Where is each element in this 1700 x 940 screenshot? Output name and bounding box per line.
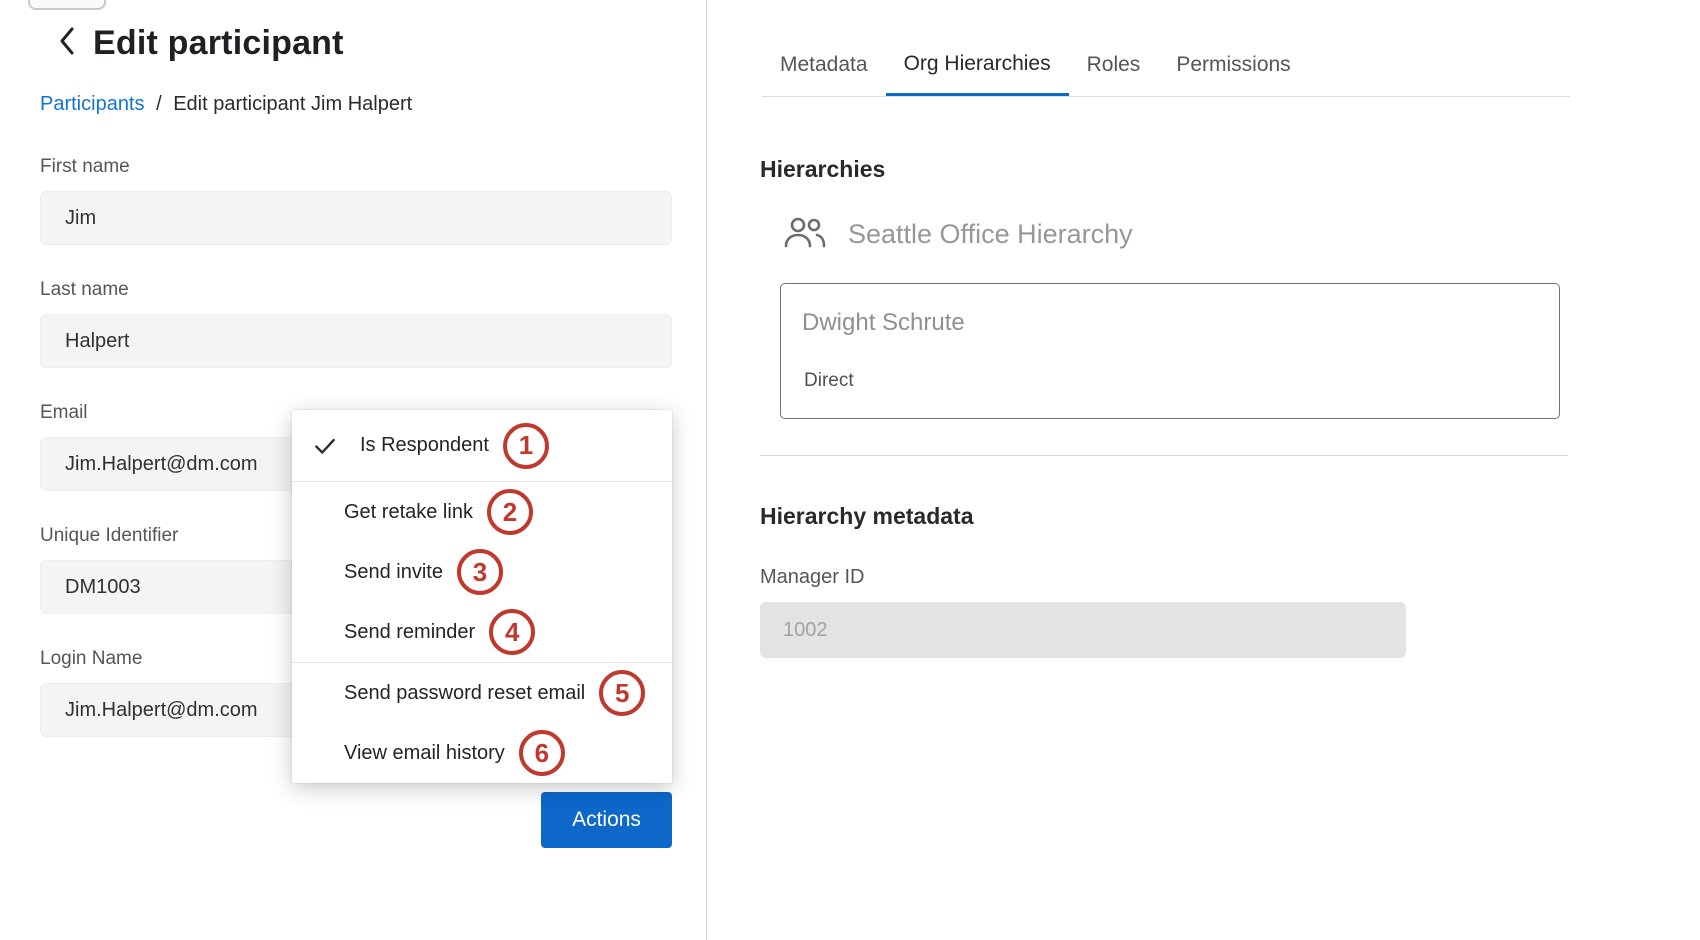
first-name-label: First name <box>40 156 672 178</box>
menu-item-label: Send password reset email <box>344 682 585 705</box>
last-name-label: Last name <box>40 279 672 301</box>
menu-item-is-respondent[interactable]: Is Respondent 1 <box>292 410 672 481</box>
menu-item-label: View email history <box>344 742 505 765</box>
section-divider <box>760 455 1568 456</box>
manager-id-input <box>760 602 1406 658</box>
annotation-circle-5: 5 <box>599 670 645 716</box>
hierarchy-name: Seattle Office Hierarchy <box>848 219 1133 250</box>
manager-card[interactable]: Dwight Schrute Direct <box>780 283 1560 419</box>
menu-item-view-email-history[interactable]: View email history 6 <box>292 723 672 783</box>
last-name-input[interactable] <box>40 314 672 368</box>
breadcrumb-separator: / <box>156 93 162 115</box>
menu-item-send-reminder[interactable]: Send reminder 4 <box>292 602 672 662</box>
back-button[interactable] <box>57 25 77 62</box>
menu-item-label: Send invite <box>344 561 443 584</box>
annotation-circle-1: 1 <box>503 423 549 469</box>
tab-metadata[interactable]: Metadata <box>762 34 886 96</box>
participant-details-panel: Metadata Org Hierarchies Roles Permissio… <box>708 0 1700 940</box>
page-title: Edit participant <box>93 24 344 63</box>
annotation-circle-3: 3 <box>457 549 503 595</box>
hierarchies-heading: Hierarchies <box>760 156 885 183</box>
checkmark-icon <box>312 433 338 459</box>
menu-item-send-invite[interactable]: Send invite 3 <box>292 542 672 602</box>
last-name-field-group: Last name <box>40 279 672 368</box>
breadcrumb-participants-link[interactable]: Participants <box>40 93 145 115</box>
first-name-input[interactable] <box>40 191 672 245</box>
breadcrumb-current: Edit participant Jim Halpert <box>173 93 412 115</box>
details-tabs: Metadata Org Hierarchies Roles Permissio… <box>762 34 1570 97</box>
chevron-left-icon <box>57 25 77 62</box>
manager-relationship: Direct <box>804 370 854 392</box>
menu-item-label: Send reminder <box>344 621 475 644</box>
tab-roles[interactable]: Roles <box>1069 34 1159 96</box>
actions-button[interactable]: Actions <box>541 792 672 848</box>
edit-participant-panel: Edit participant Participants / Edit par… <box>0 0 707 940</box>
tab-permissions[interactable]: Permissions <box>1158 34 1308 96</box>
menu-item-label: Is Respondent <box>360 434 489 457</box>
menu-item-get-retake-link[interactable]: Get retake link 2 <box>292 482 672 542</box>
partial-tab <box>28 0 106 10</box>
hierarchy-metadata-heading: Hierarchy metadata <box>760 503 974 530</box>
breadcrumb: Participants / Edit participant Jim Halp… <box>40 93 706 116</box>
annotation-circle-6: 6 <box>519 730 565 776</box>
people-icon <box>784 216 826 253</box>
annotation-circle-2: 2 <box>487 489 533 535</box>
tab-org-hierarchies[interactable]: Org Hierarchies <box>886 34 1069 96</box>
manager-name: Dwight Schrute <box>802 309 965 337</box>
menu-item-send-password-reset-email[interactable]: Send password reset email 5 <box>292 663 672 723</box>
hierarchy-row: Seattle Office Hierarchy <box>784 216 1133 253</box>
annotation-circle-4: 4 <box>489 609 535 655</box>
menu-item-label: Get retake link <box>344 501 473 524</box>
actions-dropdown-menu: Is Respondent 1 Get retake link 2 Send i… <box>292 410 672 783</box>
manager-id-label: Manager ID <box>760 566 865 589</box>
page-header: Edit participant <box>57 24 706 63</box>
first-name-field-group: First name <box>40 156 672 245</box>
